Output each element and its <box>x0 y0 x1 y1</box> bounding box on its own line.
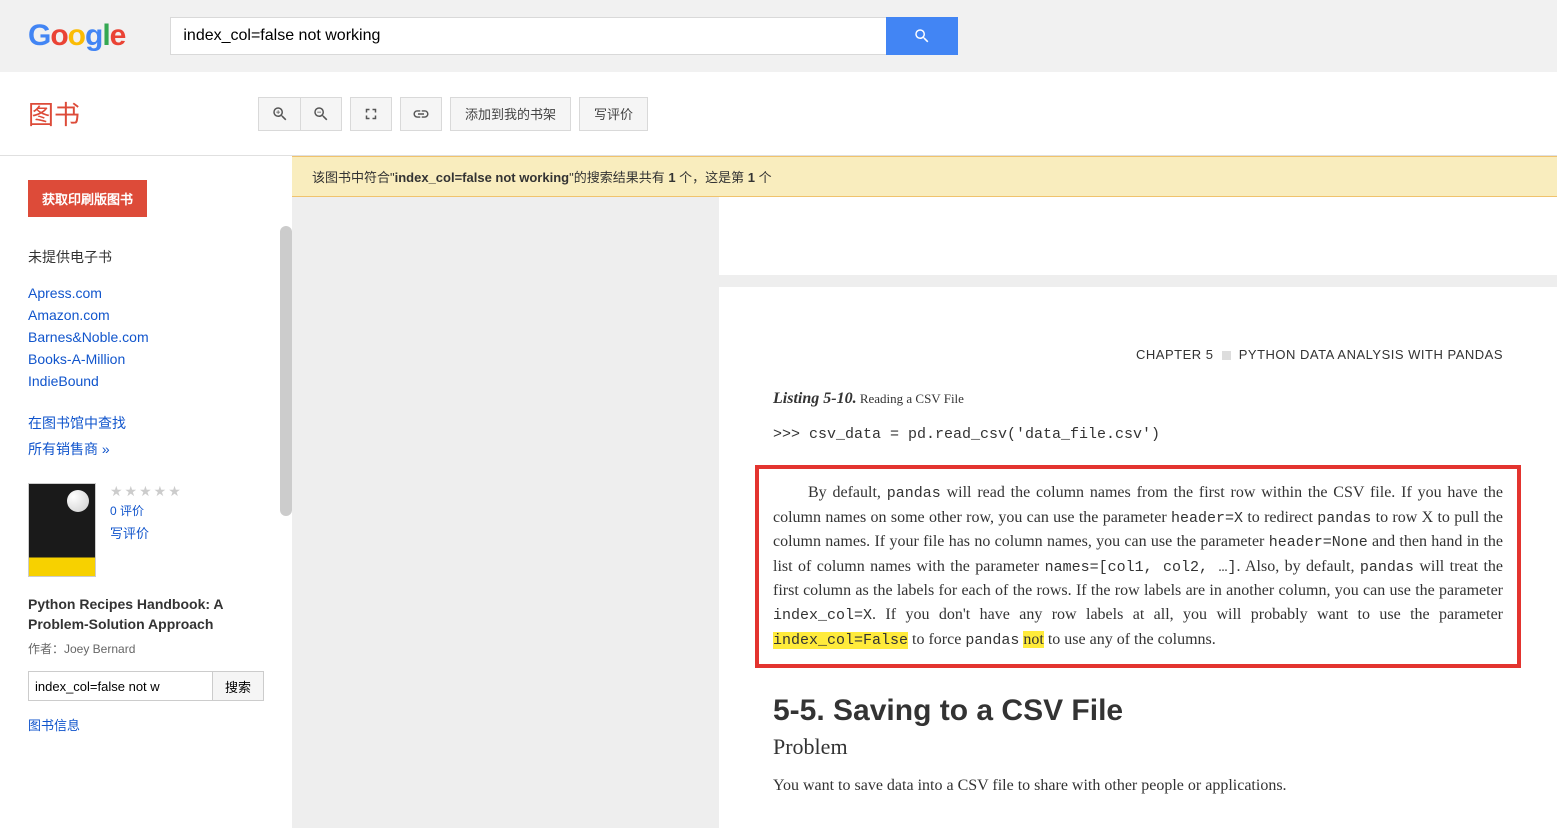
toolbar: 图书 添加到我的书架 写评价 <box>0 72 1557 156</box>
zoom-out-icon <box>312 105 330 123</box>
fullscreen-button[interactable] <box>350 97 392 131</box>
all-sellers-link[interactable]: 所有销售商 » <box>28 441 110 457</box>
in-book-search-form: 搜索 <box>28 671 264 701</box>
separator-icon <box>1222 351 1231 360</box>
result-current: 1 <box>748 170 755 185</box>
link-icon <box>412 105 430 123</box>
chapter-title: PYTHON DATA ANALYSIS WITH PANDAS <box>1239 347 1503 362</box>
book-title: Python Recipes Handbook: A Problem-Solut… <box>28 595 264 634</box>
google-logo[interactable]: Google <box>28 19 125 53</box>
listing-title: Reading a CSV File <box>860 391 964 406</box>
in-book-search-input[interactable] <box>28 671 213 701</box>
subsection-title: Problem <box>773 734 1503 760</box>
book-author: 作者：Joey Bernard <box>28 640 264 657</box>
find-in-library-link[interactable]: 在图书馆中查找 <box>28 415 126 431</box>
seller-link[interactable]: IndieBound <box>28 373 99 389</box>
section-title: 5-5. Saving to a CSV File <box>773 694 1503 728</box>
page-scroll-area[interactable]: CHAPTER 5 PYTHON DATA ANALYSIS WITH PAND… <box>292 197 1557 828</box>
link-button[interactable] <box>400 97 442 131</box>
in-book-search-button[interactable]: 搜索 <box>213 671 264 701</box>
search-highlight-box: By default, pandas will read the column … <box>755 465 1521 668</box>
listing-header: Listing 5-10. Reading a CSV File <box>773 390 1503 408</box>
search-button[interactable] <box>886 17 958 55</box>
fullscreen-icon <box>362 105 380 123</box>
search-highlight: index_col=False <box>773 632 908 649</box>
body-paragraph: By default, pandas will read the column … <box>773 481 1503 652</box>
book-info-block: ★★★★★ 0 评价 写评价 <box>28 483 264 577</box>
main-area: 该图书中符合"index_col=false not working"的搜索结果… <box>292 156 1557 828</box>
review-count-link[interactable]: 0 评价 <box>110 502 183 519</box>
seller-link[interactable]: Apress.com <box>28 285 102 301</box>
header-bar: Google <box>0 0 1557 72</box>
result-query: index_col=false not working <box>395 170 569 185</box>
zoom-group <box>258 97 342 131</box>
body-text: You want to save data into a CSV file to… <box>773 774 1503 798</box>
write-review-button[interactable]: 写评价 <box>579 97 648 131</box>
chapter-header: CHAPTER 5 PYTHON DATA ANALYSIS WITH PAND… <box>773 347 1503 362</box>
result-text: "的搜索结果共有 <box>569 170 668 185</box>
seller-link[interactable]: Books-A-Million <box>28 351 125 367</box>
sidebar: 获取印刷版图书 未提供电子书 Apress.com Amazon.com Bar… <box>0 156 292 828</box>
rating-stars: ★★★★★ <box>110 483 183 500</box>
result-text: 个，这是第 <box>676 170 748 185</box>
search-icon <box>913 27 931 45</box>
seller-link[interactable]: Amazon.com <box>28 307 110 323</box>
search-form <box>170 17 958 55</box>
result-total: 1 <box>668 170 675 185</box>
sidebar-scrollbar[interactable] <box>280 226 292 516</box>
no-ebook-label: 未提供电子书 <box>28 247 264 267</box>
zoom-in-button[interactable] <box>258 97 300 131</box>
seller-link[interactable]: Barnes&Noble.com <box>28 329 149 345</box>
search-result-bar: 该图书中符合"index_col=false not working"的搜索结果… <box>292 156 1557 197</box>
search-highlight: not <box>1023 631 1043 648</box>
result-text: 该图书中符合" <box>312 170 395 185</box>
books-brand[interactable]: 图书 <box>28 95 80 132</box>
write-review-link[interactable]: 写评价 <box>110 523 183 542</box>
search-input[interactable] <box>170 17 886 55</box>
add-to-shelf-button[interactable]: 添加到我的书架 <box>450 97 571 131</box>
zoom-in-icon <box>271 105 289 123</box>
result-text: 个 <box>755 170 772 185</box>
library-list: 在图书馆中查找 所有销售商 » <box>28 413 264 459</box>
code-line: >>> csv_data = pd.read_csv('data_file.cs… <box>773 426 1503 443</box>
book-page: CHAPTER 5 PYTHON DATA ANALYSIS WITH PAND… <box>719 287 1557 828</box>
previous-page-stub <box>719 197 1557 275</box>
book-info-link[interactable]: 图书信息 <box>28 718 80 733</box>
zoom-out-button[interactable] <box>300 97 342 131</box>
seller-list: Apress.com Amazon.com Barnes&Noble.com B… <box>28 285 264 389</box>
listing-label: Listing 5-10. <box>773 390 857 407</box>
chapter-number: CHAPTER 5 <box>1136 347 1213 362</box>
content-area: 获取印刷版图书 未提供电子书 Apress.com Amazon.com Bar… <box>0 156 1557 828</box>
get-print-book-button[interactable]: 获取印刷版图书 <box>28 180 147 217</box>
book-cover-thumbnail[interactable] <box>28 483 96 577</box>
